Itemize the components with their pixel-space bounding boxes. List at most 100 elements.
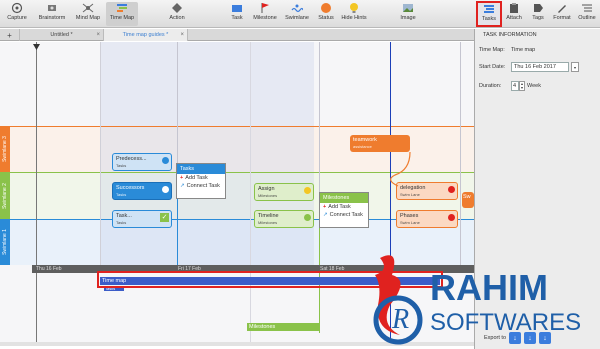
task-label: Task [231,15,243,21]
tab-untitled[interactable]: Untitled * × [20,29,104,41]
toolbar-format-button[interactable]: Format [550,2,574,26]
tasks-popup: Tasks + Add Task ↗ Connect Task [176,163,226,199]
attach-icon [507,2,521,14]
toolbar-tasks-button[interactable]: Tasks [476,1,502,27]
swimlane-1-tab[interactable]: Swimlane 1 [0,219,10,265]
status-dot [448,186,455,193]
swimlane-label: Swimlane [285,15,309,21]
duration-row: Duration: 4 ▴ ▾ Week [479,81,541,91]
tasks-popup-header: Tasks [177,164,225,174]
format-label: Format [553,15,571,21]
checkmark-icon: ✓ [160,213,169,222]
toolbar-mind-map-button[interactable]: Mind Map [74,2,102,26]
attach-label: Attach [506,15,522,21]
main-toolbar: Capture Brainstorm Mind Map Time Map Act… [0,0,600,28]
status-label: Status [318,15,334,21]
duration-unit: Week [527,83,541,89]
duration-label: Duration: [479,83,502,89]
outline-icon [580,2,594,14]
brainstorm-icon [45,2,59,14]
app-window: Capture Brainstorm Mind Map Time Map Act… [0,0,600,349]
duration-stepper[interactable]: ▴ ▾ [519,81,525,91]
tab-untitled-label: Untitled * [50,32,73,38]
node-subtitle: Tasks [116,163,127,168]
start-date-field[interactable]: Thu 16 Feb 2017 [511,62,569,72]
mind-map-icon [81,2,95,14]
start-date-row: Start Date: Thu 16 Feb 2017 ▾ [479,62,579,72]
connect-task-menu-item[interactable]: ↗ Connect Task [320,211,368,219]
rahim-softwares-watermark: R RAHIM SOFTWARES [370,250,600,349]
mind-map-label: Mind Map [75,15,101,21]
toolbar-hide-hints-button[interactable]: Hide Hints [339,2,369,26]
start-pin-icon[interactable] [33,44,40,50]
swimlane-2-tab[interactable]: Swimlane 2 [0,172,10,219]
toolbar-milestone-button[interactable]: Milestone [251,2,279,26]
chevron-down-icon[interactable]: ▾ [571,62,579,72]
tab-time-map-guides[interactable]: Time map guides * × [104,29,188,41]
add-task-label: Add Task [185,175,208,181]
toolbar-status-button[interactable]: Status [315,2,337,26]
node-subtitle: Tasks [116,192,127,197]
day-gridline [460,42,461,265]
toolbar-action-button[interactable]: Action [164,2,190,26]
toolbar-tags-button[interactable]: Tags [527,2,549,26]
toolbar-capture-button[interactable]: Capture [4,2,30,26]
successors-task-node[interactable]: Successors Tasks [112,182,172,200]
connect-arrow-icon: ↗ [323,212,328,218]
document-tab-strip: + Untitled * × Time map guides * × [0,29,474,41]
hide-hints-icon [347,2,361,14]
new-tab-button[interactable]: + [0,29,20,41]
outline-label: Outline [578,15,596,21]
task-node[interactable]: Task... Tasks ✓ [112,210,172,228]
milestones-popup-header: Milestones [320,193,368,203]
status-dot [304,214,311,221]
node-title: Phases [400,213,419,219]
task-icon [230,2,244,14]
close-icon[interactable]: × [180,32,184,38]
tags-label: Tags [532,15,544,21]
node-title: Assign [258,186,275,192]
toolbar-task-button[interactable]: Task [226,2,248,26]
milestones-bar[interactable]: Milestones [247,323,319,331]
node-subtitle: Milestones [258,193,278,198]
status-icon [319,2,333,14]
close-icon[interactable]: × [96,32,100,38]
image-label: Image [400,15,416,21]
duration-field[interactable]: 4 [511,81,519,91]
partial-swimlane-node[interactable]: Sw [462,192,474,208]
tasks-popup-stem [177,199,178,265]
toolbar-attach-button[interactable]: Attach [503,2,525,26]
svg-text:R: R [391,304,409,335]
time-map-label: Time Map [109,15,135,21]
connect-task-label: Connect Task [186,183,220,189]
toolbar-swimlane-button[interactable]: Swimlane [282,2,312,26]
timeline-start-marker [36,42,37,346]
milestone-label: Milestone [253,15,277,21]
status-dot [162,186,169,193]
connect-task-label: Connect Task [329,212,363,218]
tags-icon [531,2,545,14]
assign-milestone-node[interactable]: Assign Milestones [254,183,314,201]
phases-node[interactable]: Phases Swim Lane [396,210,458,228]
toolbar-image-button[interactable]: Image [397,2,419,26]
action-icon [170,2,184,14]
add-task-menu-item[interactable]: + Add Task [177,174,225,182]
timeline-milestone-node[interactable]: Timeline Milestones [254,210,314,228]
node-title: Sw [463,194,471,200]
node-subtitle: Swim Lane [400,192,420,197]
node-title: Predecess... [116,156,147,162]
day-gridline [250,42,251,346]
predecessors-task-node[interactable]: Predecess... Tasks [112,153,172,171]
add-task-menu-item[interactable]: + Add Task [320,203,368,211]
add-task-label: Add Task [328,204,351,210]
toolbar-outline-button[interactable]: Outline [575,2,599,26]
toolbar-brainstorm-button[interactable]: Brainstorm [36,2,68,26]
connect-arrow-icon: ↗ [180,183,185,189]
toolbar-time-map-button[interactable]: Time Map [106,2,138,26]
swimlane-3-tab[interactable]: Swimlane 3 [0,126,10,172]
node-subtitle: assistance [353,144,372,149]
connect-task-menu-item[interactable]: ↗ Connect Task [177,182,225,190]
start-date-label: Start Date: [479,64,506,70]
swimlane-3-label: Swimlane 3 [2,136,9,162]
node-subtitle: Swim Lane [400,220,420,225]
